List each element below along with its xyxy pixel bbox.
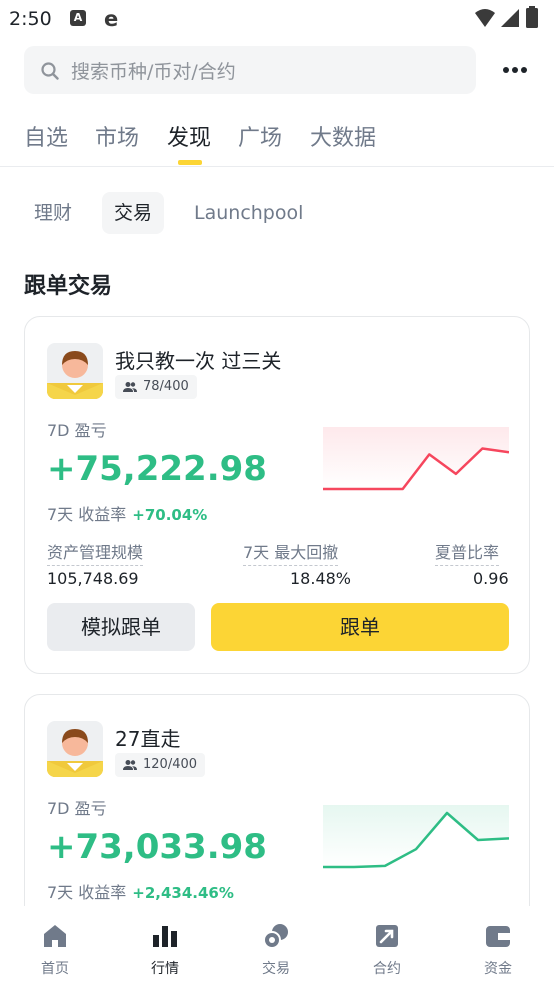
section-title: 跟单交易 (24, 274, 113, 299)
avatar (47, 721, 103, 777)
max-drawdown-label: 7天 最大回撤 (243, 539, 339, 566)
follower-count: 120/400 (143, 757, 198, 772)
wifi-icon (475, 9, 495, 27)
pnl-label: 7D 盈亏 (47, 421, 107, 440)
tab-discover[interactable]: 发现 (167, 120, 211, 152)
nav-trade[interactable]: 交易 (221, 906, 331, 984)
roi-row: 7天 收益率 +70.04% (47, 501, 207, 525)
sharpe-ratio-label: 夏普比率 (435, 539, 500, 566)
subtab-trade[interactable]: 交易 (102, 192, 165, 234)
nav-futures[interactable]: 合约 (332, 906, 442, 984)
pnl-value: +73,033.98 (47, 827, 267, 867)
bar-chart-icon (153, 926, 177, 947)
status-bar: 2:50 A e (0, 0, 554, 36)
pnl-sparkline (323, 427, 509, 491)
trader-name: 27直走 (115, 727, 181, 751)
copy-button[interactable]: 跟单 (211, 603, 509, 651)
roi-row: 7天 收益率 +2,434.46% (47, 879, 234, 903)
browser-e-icon: e (104, 7, 119, 31)
roi-value: +70.04% (132, 506, 208, 524)
status-time: 2:50 (9, 8, 52, 30)
people-icon (123, 759, 137, 770)
futures-icon (376, 925, 398, 947)
nav-markets[interactable]: 行情 (110, 906, 220, 984)
tab-big-data[interactable]: 大数据 (310, 120, 376, 152)
nav-markets-label: 行情 (151, 961, 179, 977)
pnl-value: +75,222.98 (47, 449, 267, 489)
follower-count: 78/400 (143, 379, 189, 394)
pnl-label: 7D 盈亏 (47, 799, 107, 818)
max-drawdown-value: 18.48% (290, 569, 352, 588)
sparkline-area (323, 427, 509, 489)
nav-trade-label: 交易 (262, 961, 290, 977)
search-icon (41, 62, 59, 80)
roi-label: 7天 收益率 (47, 883, 127, 902)
nav-futures-label: 合约 (373, 961, 401, 977)
wallet-icon (486, 926, 510, 947)
nav-wallet[interactable]: 资金 (443, 906, 553, 984)
search-bar[interactable]: 搜索币种/币对/合约 (24, 46, 476, 94)
mock-copy-button[interactable]: 模拟跟单 (47, 603, 195, 651)
notification-app-icon: A (70, 10, 86, 26)
nav-wallet-label: 资金 (484, 961, 512, 977)
subtab-earn[interactable]: 理财 (22, 192, 84, 234)
active-tab-indicator (178, 160, 202, 165)
aum-label: 资产管理规模 (47, 539, 144, 566)
top-tabs: 自选 市场 发现 广场 大数据 (0, 116, 554, 167)
sharpe-ratio-value: 0.96 (473, 569, 509, 588)
tab-favorites[interactable]: 自选 (24, 120, 68, 152)
coins-icon (263, 924, 288, 949)
people-icon (123, 381, 137, 392)
tab-square[interactable]: 广场 (238, 120, 282, 152)
bottom-nav: 首页 行情 交易 合约 资金 (0, 906, 554, 984)
roi-label: 7天 收益率 (47, 505, 127, 524)
avatar (47, 343, 103, 399)
subtab-launchpool[interactable]: Launchpool (182, 192, 315, 234)
follower-count-badge: 78/400 (115, 375, 197, 399)
cell-signal-icon (501, 9, 519, 27)
sparkline-area (323, 805, 509, 867)
search-placeholder: 搜索币种/币对/合约 (71, 61, 236, 83)
tab-markets[interactable]: 市场 (95, 120, 139, 152)
nav-home-label: 首页 (41, 961, 69, 977)
copy-trader-card[interactable]: 我只教一次 过三关 78/400 7D 盈亏 +75,222.98 7天 收益率… (24, 316, 530, 674)
nav-home[interactable]: 首页 (0, 906, 110, 984)
home-icon (44, 925, 66, 947)
trader-name: 我只教一次 过三关 (115, 349, 282, 373)
aum-value: 105,748.69 (47, 569, 139, 588)
follower-count-badge: 120/400 (115, 753, 206, 777)
battery-icon (526, 6, 538, 28)
roi-value: +2,434.46% (132, 884, 234, 902)
pnl-sparkline (323, 805, 509, 869)
more-menu-icon[interactable] (502, 58, 528, 82)
